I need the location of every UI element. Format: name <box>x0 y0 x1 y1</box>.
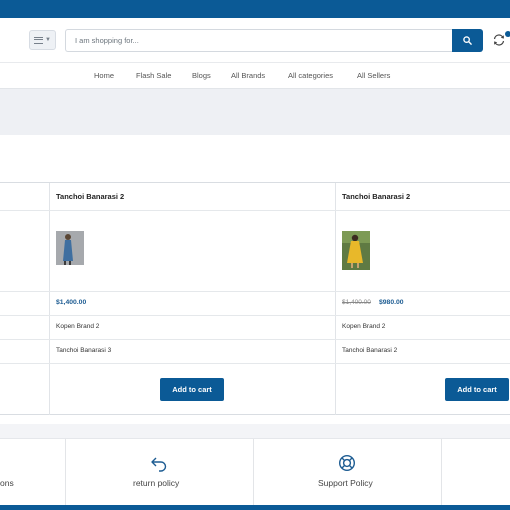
hamburger-icon <box>34 36 44 44</box>
row-divider <box>0 291 510 292</box>
search-input[interactable] <box>65 29 452 52</box>
add-to-cart-button[interactable]: Add to cart <box>160 378 224 401</box>
top-bar <box>0 0 510 18</box>
row-divider <box>0 210 510 211</box>
policy-divider <box>65 439 66 506</box>
column-divider <box>49 183 50 415</box>
product-related: Tanchoi Banarasi 2 <box>342 347 398 354</box>
compare-count-badge <box>505 31 510 37</box>
nav-item-blogs[interactable]: Blogs <box>192 71 211 80</box>
row-divider <box>0 363 510 364</box>
product-brand: Kopen Brand 2 <box>342 323 386 330</box>
row-divider <box>0 339 510 340</box>
footer-strip <box>0 505 510 510</box>
header: ▼ <box>0 18 510 62</box>
product-image[interactable] <box>56 231 84 265</box>
compare-table: Tanchoi Banarasi 2 $1,400.00 Kopen Brand… <box>0 182 510 415</box>
main-nav: Home Flash Sale Blogs All Brands All cat… <box>0 62 510 89</box>
product-name[interactable]: Tanchoi Banarasi 2 <box>342 192 410 201</box>
return-arrow-icon <box>151 457 167 472</box>
policy-bar: ons return policy Support Policy <box>0 438 510 506</box>
policy-link-partial[interactable]: ons <box>0 478 14 488</box>
product-image[interactable] <box>342 231 370 270</box>
nav-item-all-sellers[interactable]: All Sellers <box>357 71 390 80</box>
row-divider <box>0 315 510 316</box>
policy-divider <box>253 439 254 506</box>
chevron-down-icon: ▼ <box>45 37 51 43</box>
category-menu-button[interactable]: ▼ <box>29 30 56 50</box>
return-policy-link[interactable]: return policy <box>133 478 179 488</box>
search-button[interactable] <box>452 29 483 52</box>
compare-icon[interactable] <box>492 33 506 47</box>
nav-item-all-categories[interactable]: All categories <box>288 71 333 80</box>
support-policy-link[interactable]: Support Policy <box>318 478 373 488</box>
product-brand: Kopen Brand 2 <box>56 323 100 330</box>
section-gap <box>0 424 510 438</box>
search-icon <box>463 36 472 45</box>
product-old-price: $1,400.00 <box>342 299 371 306</box>
nav-item-home[interactable]: Home <box>94 71 114 80</box>
compare-header-area <box>0 135 510 173</box>
product-name[interactable]: Tanchoi Banarasi 2 <box>56 192 124 201</box>
product-related: Tanchoi Banarasi 3 <box>56 347 112 354</box>
page-banner <box>0 89 510 135</box>
policy-divider <box>441 439 442 506</box>
nav-item-all-brands[interactable]: All Brands <box>231 71 265 80</box>
lifebuoy-icon <box>338 454 356 472</box>
column-divider <box>335 183 336 415</box>
add-to-cart-button[interactable]: Add to cart <box>445 378 509 401</box>
product-price: $1,400.00 <box>56 299 87 306</box>
product-price: $980.00 <box>379 299 404 306</box>
nav-item-flash-sale[interactable]: Flash Sale <box>136 71 171 80</box>
